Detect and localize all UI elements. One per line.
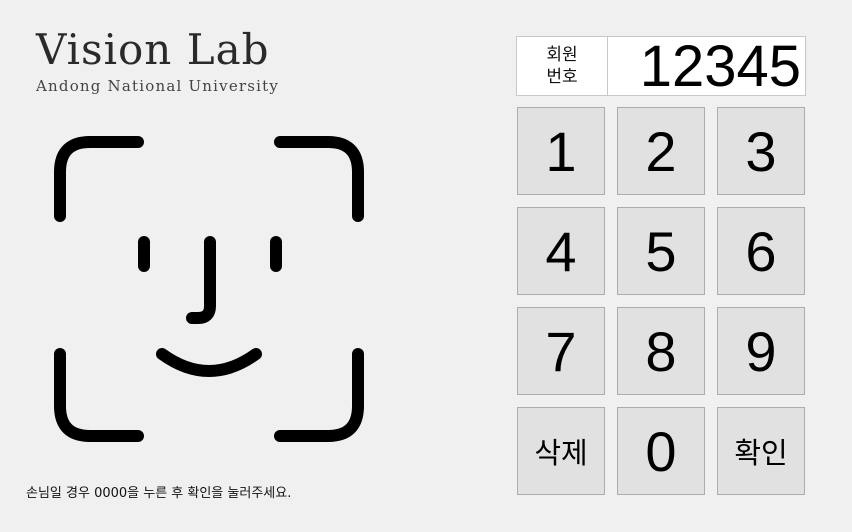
key-2-button[interactable]: 2 bbox=[617, 107, 705, 195]
key-6-button[interactable]: 6 bbox=[717, 207, 805, 295]
key-9-button[interactable]: 9 bbox=[717, 307, 805, 395]
logo-title: Vision Lab bbox=[36, 25, 270, 74]
key-0-button[interactable]: 0 bbox=[617, 407, 705, 495]
mouth bbox=[156, 348, 262, 377]
member-number-label-line2: 번호 bbox=[546, 67, 578, 87]
confirm-button[interactable]: 확인 bbox=[717, 407, 805, 495]
nose bbox=[186, 236, 216, 324]
key-1-button[interactable]: 1 bbox=[517, 107, 605, 195]
lab-logo: Vision Lab Andong National University bbox=[36, 24, 336, 96]
frame-corner-bottom-left bbox=[54, 348, 144, 442]
key-4-button[interactable]: 4 bbox=[517, 207, 605, 295]
key-5-button[interactable]: 5 bbox=[617, 207, 705, 295]
guest-instruction-text: 손님일 경우 0000을 누른 후 확인을 눌러주세요. bbox=[26, 486, 292, 501]
frame-corner-bottom-right bbox=[274, 348, 364, 442]
key-3-button[interactable]: 3 bbox=[717, 107, 805, 195]
member-number-display: 회원 번호 12345 bbox=[516, 33, 806, 99]
key-8-button[interactable]: 8 bbox=[617, 307, 705, 395]
frame-corner-top-left bbox=[54, 136, 144, 222]
logo-subtitle: Andong National University bbox=[36, 77, 280, 95]
member-number-label-line1: 회원 bbox=[546, 45, 578, 65]
frame-corner-top-right bbox=[274, 136, 364, 222]
member-number-label: 회원 번호 bbox=[517, 37, 608, 95]
face-id-icon bbox=[54, 136, 364, 442]
delete-button[interactable]: 삭제 bbox=[517, 407, 605, 495]
member-number-value: 12345 bbox=[639, 33, 801, 99]
key-7-button[interactable]: 7 bbox=[517, 307, 605, 395]
